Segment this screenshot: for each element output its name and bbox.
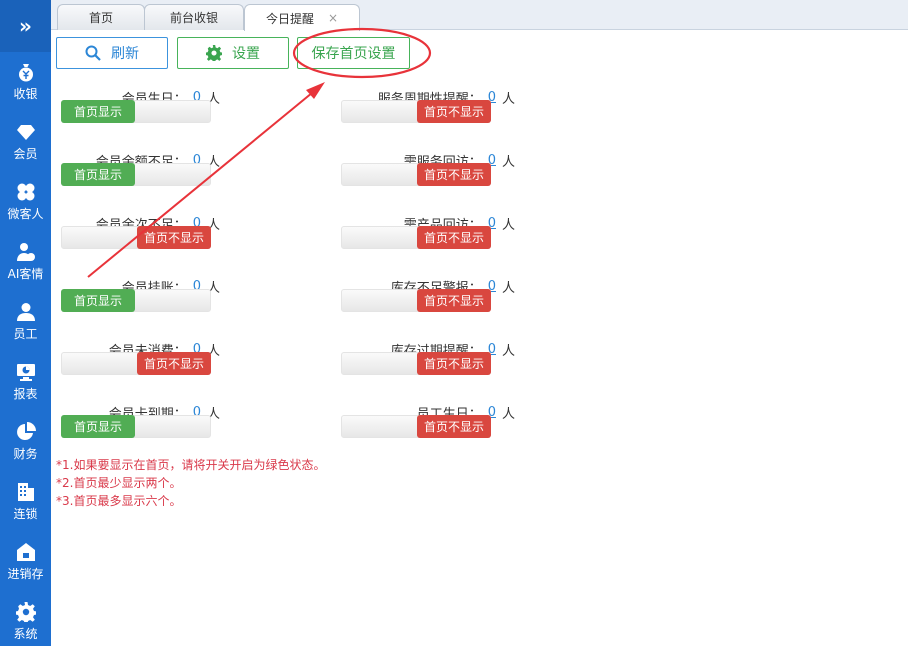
home-display-toggle[interactable]: 首页不显示 [341, 352, 491, 375]
reminder-no-consumption: 会员未消费： 0 人 首页不显示 [60, 340, 220, 390]
toggle-state-label: 首页不显示 [417, 415, 491, 438]
sidebar-item-label: 进销存 [7, 567, 44, 581]
sidebar-item-label: 微客人 [7, 207, 44, 221]
home-display-toggle[interactable]: 首页不显示 [61, 352, 211, 375]
home-display-toggle[interactable]: 首页不显示 [341, 415, 491, 438]
reminder-service-cycle: 服务周期性提醒： 0 人 首页不显示 [340, 88, 515, 138]
monitor-chart-icon [16, 364, 35, 381]
toggle-state-label: 首页显示 [61, 100, 135, 123]
home-display-toggle[interactable]: 首页不显示 [341, 226, 491, 249]
clover-icon [17, 183, 34, 201]
settings-button[interactable]: 设置 [177, 37, 289, 69]
unit-label: 人 [501, 406, 515, 422]
sidebar-item-ai-relation[interactable]: AI客情 [0, 232, 51, 292]
tab-today-reminders[interactable]: 今日提醒 × [244, 4, 360, 31]
gear-icon [15, 602, 36, 622]
sidebar-item-cashier[interactable]: 收银 [0, 52, 51, 112]
refresh-label: 刷新 [111, 46, 139, 62]
sidebar-expand-button[interactable]: » [0, 0, 51, 52]
building-icon [17, 483, 34, 501]
sidebar-item-chain[interactable]: 连锁 [0, 472, 51, 532]
sidebar-item-label: 财务 [13, 447, 38, 461]
sidebar-item-inventory[interactable]: 进销存 [0, 532, 51, 592]
note-line: *2.首页最少显示两个。 [56, 476, 182, 490]
tab-front-cashier[interactable]: 前台收银 [144, 4, 244, 30]
refresh-button[interactable]: 刷新 [56, 37, 168, 69]
home-display-toggle[interactable]: 首页不显示 [341, 289, 491, 312]
settings-label: 设置 [232, 46, 260, 62]
unit-label: 人 [501, 217, 515, 233]
unit-label: 人 [501, 343, 515, 359]
save-label: 保存首页设置 [311, 46, 396, 62]
unit-label: 人 [501, 91, 515, 107]
sidebar: » 收银 会员 微客人 AI客情 员工 报表 财务 连锁 进销存 系统 [0, 0, 51, 646]
reminder-low-stock: 库存不足警报： 0 人 首页不显示 [340, 277, 515, 327]
toggle-state-label: 首页不显示 [137, 226, 211, 249]
double-chevron-right-icon: » [19, 14, 32, 38]
sidebar-item-label: 连锁 [13, 507, 38, 521]
reminder-service-followup: 需服务回访： 0 人 首页不显示 [340, 151, 515, 201]
sidebar-item-micro-guest[interactable]: 微客人 [0, 172, 51, 232]
sidebar-item-finance[interactable]: 财务 [0, 412, 51, 472]
tab-home[interactable]: 首页 [57, 4, 145, 30]
sidebar-item-label: 系统 [13, 627, 38, 641]
close-icon[interactable]: × [328, 11, 338, 25]
home-display-toggle[interactable]: 首页不显示 [341, 100, 491, 123]
ai-user-icon [16, 243, 35, 261]
toggle-state-label: 首页显示 [61, 415, 135, 438]
save-home-settings-button[interactable]: 保存首页设置 [297, 37, 410, 69]
tab-label: 首页 [88, 11, 113, 25]
home-display-toggle[interactable]: 首页显示 [61, 289, 211, 312]
toggle-state-label: 首页显示 [61, 163, 135, 186]
person-icon [16, 303, 35, 321]
sidebar-item-member[interactable]: 会员 [0, 112, 51, 172]
sidebar-item-label: AI客情 [7, 267, 44, 281]
reminder-product-followup: 需产品回访： 0 人 首页不显示 [340, 214, 515, 264]
reminder-card-expiry: 会员卡到期： 0 人 首页显示 [60, 403, 220, 453]
sidebar-item-reports[interactable]: 报表 [0, 352, 51, 412]
warehouse-icon [16, 543, 35, 561]
unit-label: 人 [501, 154, 515, 170]
toggle-state-label: 首页显示 [61, 289, 135, 312]
pie-chart-icon [16, 422, 36, 440]
tab-bar: 首页 前台收银 今日提醒 × [51, 0, 908, 31]
home-display-toggle[interactable]: 首页显示 [61, 415, 211, 438]
home-display-toggle[interactable]: 首页不显示 [341, 163, 491, 186]
note-line: *1.如果要显示在首页，请将开关开启为绿色状态。 [56, 458, 326, 472]
diamond-icon [16, 125, 35, 140]
toggle-state-label: 首页不显示 [417, 352, 491, 375]
home-display-toggle[interactable]: 首页显示 [61, 100, 211, 123]
reminder-member-credit: 会员挂账： 0 人 首页显示 [60, 277, 220, 327]
search-icon [85, 45, 101, 61]
reminder-stock-expiry: 库存过期提醒： 0 人 首页不显示 [340, 340, 515, 390]
yen-bag-icon [18, 64, 33, 82]
reminder-staff-birthday: 员工生日： 0 人 首页不显示 [340, 403, 515, 453]
sidebar-item-label: 会员 [13, 147, 38, 161]
toggle-state-label: 首页不显示 [417, 100, 491, 123]
toggle-state-label: 首页不显示 [417, 289, 491, 312]
tab-label: 前台收银 [169, 11, 218, 25]
tab-label: 今日提醒 [265, 11, 314, 26]
toggle-state-label: 首页不显示 [417, 163, 491, 186]
unit-label: 人 [501, 280, 515, 296]
note-line: *3.首页最多显示六个。 [56, 494, 182, 508]
toggle-state-label: 首页不显示 [137, 352, 211, 375]
sidebar-item-label: 报表 [13, 387, 38, 401]
sidebar-item-staff[interactable]: 员工 [0, 292, 51, 352]
home-display-toggle[interactable]: 首页显示 [61, 163, 211, 186]
sidebar-item-label: 收银 [13, 87, 38, 101]
sidebar-item-label: 员工 [13, 327, 38, 341]
gear-icon [206, 45, 222, 61]
sidebar-item-system[interactable]: 系统 [0, 592, 51, 652]
reminder-low-sessions: 会员余次不足： 0 人 首页不显示 [60, 214, 220, 264]
reminder-low-balance: 会员余额不足： 0 人 首页显示 [60, 151, 220, 201]
toggle-state-label: 首页不显示 [417, 226, 491, 249]
instruction-notes: *1.如果要显示在首页，请将开关开启为绿色状态。 *2.首页最少显示两个。 *3… [56, 456, 325, 510]
home-display-toggle[interactable]: 首页不显示 [61, 226, 211, 249]
reminder-member-birthday: 会员生日： 0 人 首页显示 [60, 88, 220, 138]
annotation-arrowhead [306, 82, 325, 99]
